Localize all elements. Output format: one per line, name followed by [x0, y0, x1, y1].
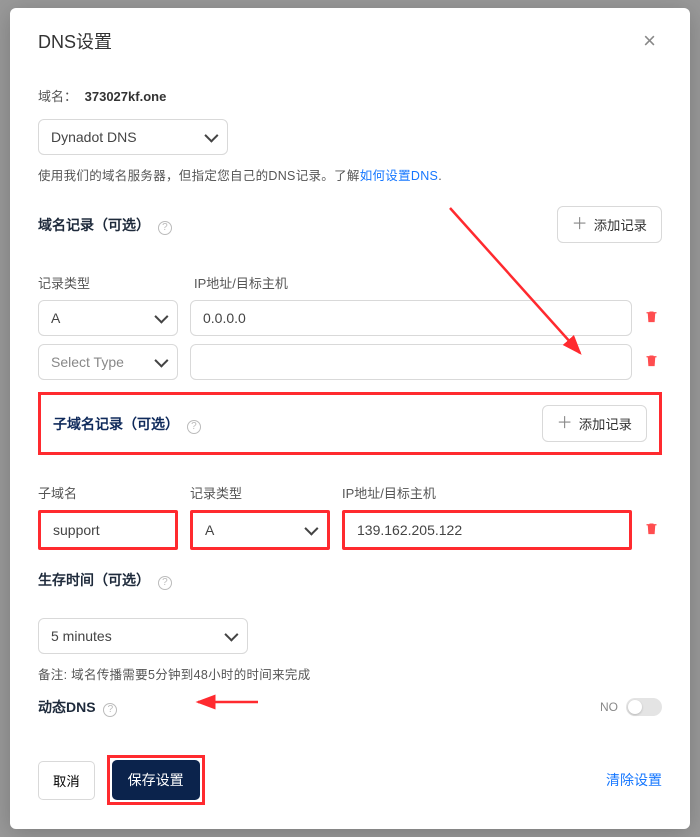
clear-settings-link[interactable]: 清除设置 [606, 770, 662, 790]
dns-help-link[interactable]: 如何设置DNS [360, 169, 439, 183]
delete-record-button[interactable] [644, 521, 662, 539]
dynamic-dns-toggle[interactable] [626, 698, 662, 716]
sub-target-input[interactable] [345, 513, 629, 547]
col-target-host: IP地址/目标主机 [342, 483, 436, 502]
add-domain-record-button[interactable]: ＋ 添加记录 [557, 206, 662, 243]
record-target-input[interactable] [190, 344, 632, 380]
help-icon[interactable]: ? [103, 703, 117, 717]
trash-icon [644, 521, 659, 536]
dns-type-value: Dynadot DNS [51, 129, 137, 145]
record-target-input[interactable] [190, 300, 632, 336]
record-type-select[interactable]: A [38, 300, 178, 336]
domain-value: 373027kf.one [85, 89, 167, 104]
ttl-title: 生存时间（可选） [38, 572, 150, 588]
ttl-select[interactable]: 5 minutes [38, 618, 248, 654]
cancel-button[interactable]: 取消 [38, 761, 95, 800]
domain-label: 域名： [38, 89, 77, 104]
subdomain-records-title: 子域名记录（可选） [53, 416, 179, 432]
help-icon[interactable]: ? [158, 221, 172, 235]
ttl-note: 备注: 域名传播需要5分钟到48小时的时间来完成 [38, 664, 662, 683]
record-type-select[interactable]: Select Type [38, 344, 178, 380]
chevron-down-icon [154, 310, 168, 324]
domain-record-row: Select Type [38, 344, 662, 380]
dns-settings-modal: DNS设置 × 域名： 373027kf.one Dynadot DNS 使用我… [10, 8, 690, 829]
toggle-state-label: NO [600, 700, 618, 714]
chevron-down-icon [204, 129, 218, 143]
chevron-down-icon [304, 522, 318, 536]
subdomain-record-row: A [38, 510, 662, 550]
plus-icon: ＋ [572, 217, 588, 233]
col-record-type: 记录类型 [190, 483, 330, 502]
subdomain-input[interactable] [41, 513, 175, 547]
col-subdomain: 子域名 [38, 483, 178, 502]
dynamic-dns-title: 动态DNS [38, 699, 96, 715]
trash-icon [644, 309, 659, 324]
add-subdomain-record-button[interactable]: ＋ 添加记录 [542, 405, 647, 442]
save-button[interactable]: 保存设置 [112, 760, 200, 800]
sub-record-type-select[interactable]: A [193, 513, 327, 547]
helper-text: 使用我们的域名服务器，但指定您自己的DNS记录。了解 [38, 169, 360, 183]
subdomain-section-highlight: 子域名记录（可选） ? ＋ 添加记录 [38, 392, 662, 455]
domain-records-title: 域名记录（可选） [38, 217, 150, 233]
help-icon[interactable]: ? [158, 576, 172, 590]
chevron-down-icon [224, 628, 238, 642]
trash-icon [644, 353, 659, 368]
help-icon[interactable]: ? [187, 420, 201, 434]
delete-record-button[interactable] [644, 353, 662, 371]
close-icon: × [643, 28, 656, 53]
close-button[interactable]: × [637, 29, 662, 53]
domain-record-row: A [38, 300, 662, 336]
save-button-highlight: 保存设置 [107, 755, 205, 805]
plus-icon: ＋ [557, 416, 573, 432]
col-record-type: 记录类型 [38, 273, 178, 292]
modal-title: DNS设置 [38, 28, 112, 54]
chevron-down-icon [154, 354, 168, 368]
delete-record-button[interactable] [644, 309, 662, 327]
col-target-host: IP地址/目标主机 [194, 273, 288, 292]
dns-type-select[interactable]: Dynadot DNS [38, 119, 228, 155]
